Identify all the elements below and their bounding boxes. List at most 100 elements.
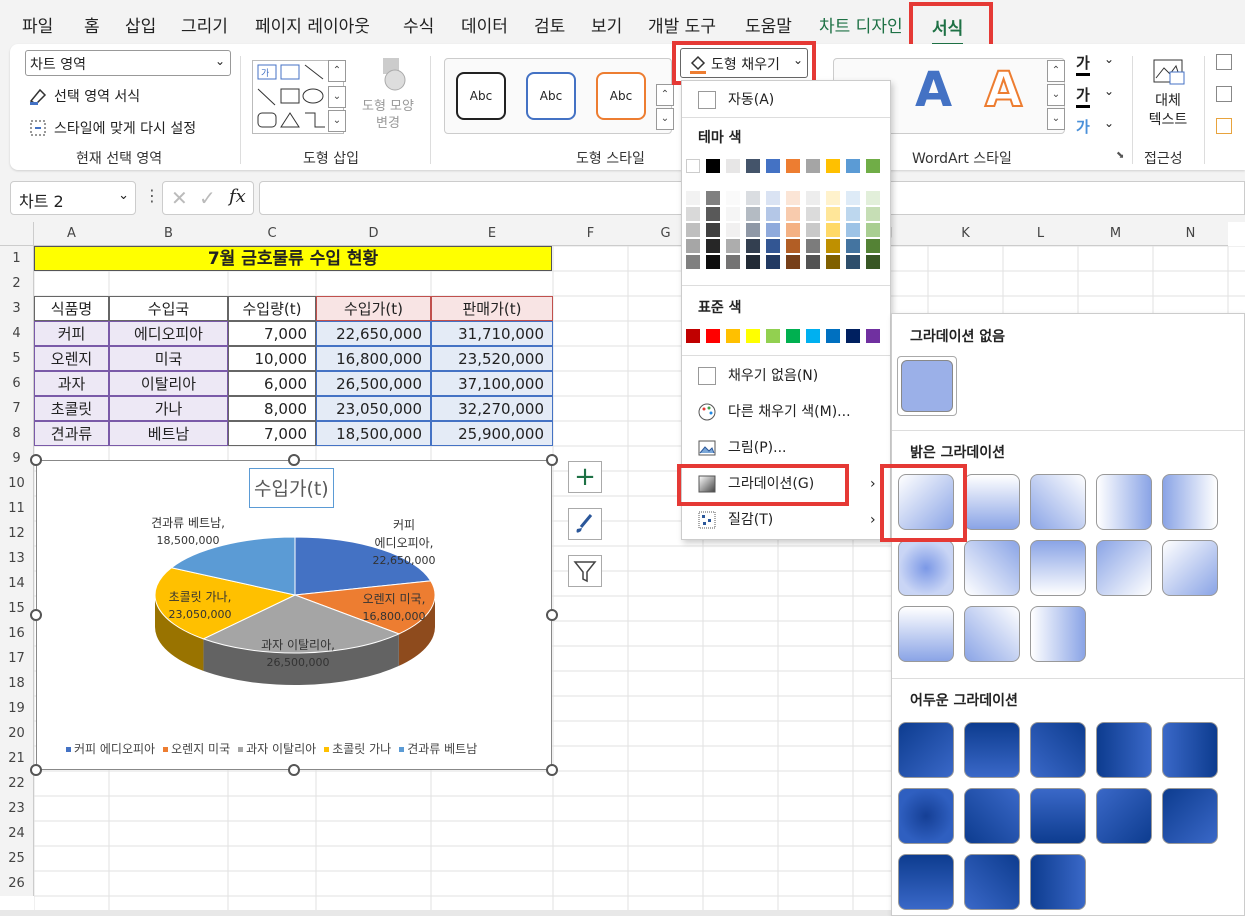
standard-color-swatch[interactable] (826, 329, 840, 343)
dark-gradient-option[interactable] (898, 788, 954, 844)
menu-item-auto[interactable]: 자동(A) (682, 83, 890, 117)
table-header[interactable]: 판매가(t) (431, 296, 553, 321)
theme-color-swatch[interactable] (866, 239, 880, 253)
legend-entry[interactable]: 과자 이탈리아 (238, 742, 316, 756)
theme-color-swatch[interactable] (726, 223, 740, 237)
row-header[interactable]: 15 (0, 596, 34, 621)
legend-entry[interactable]: 견과류 베트남 (399, 742, 477, 756)
theme-color-swatch[interactable] (686, 223, 700, 237)
theme-color-swatch[interactable] (706, 191, 720, 205)
theme-color-swatch[interactable] (866, 159, 880, 173)
table-title[interactable]: 7월 금호물류 수입 현황 (34, 246, 552, 271)
theme-color-swatch[interactable] (746, 223, 760, 237)
column-header[interactable]: B (109, 222, 228, 246)
wordart-scroll-up[interactable]: ⌃ (1047, 60, 1065, 82)
chart-legend[interactable]: 커피 에디오피아 오렌지 미국 과자 이탈리아 초콜릿 가나 견과류 베트남 (66, 740, 485, 757)
table-cell[interactable]: 7,000 (228, 321, 316, 346)
table-cell[interactable]: 6,000 (228, 371, 316, 396)
light-gradient-option[interactable] (898, 474, 954, 530)
table-cell[interactable]: 25,900,000 (431, 421, 553, 446)
theme-color-swatch[interactable] (726, 159, 740, 173)
theme-color-swatch[interactable] (746, 255, 760, 269)
theme-color-swatch[interactable] (766, 207, 780, 221)
table-cell[interactable]: 10,000 (228, 346, 316, 371)
theme-color-swatch[interactable] (706, 159, 720, 173)
light-gradient-option[interactable] (964, 540, 1020, 596)
select-all-corner[interactable] (0, 222, 34, 246)
standard-color-swatch[interactable] (766, 329, 780, 343)
text-effects-button[interactable]: 가 (1076, 116, 1090, 137)
no-gradient-swatch[interactable] (897, 356, 957, 416)
chart-styles-button[interactable] (568, 508, 602, 540)
theme-color-swatch[interactable] (766, 159, 780, 173)
function-icon[interactable]: fx (229, 186, 246, 207)
resize-handle[interactable] (546, 454, 558, 466)
column-header[interactable]: L (1003, 222, 1078, 246)
theme-color-swatch[interactable] (786, 159, 800, 173)
row-header[interactable]: 17 (0, 646, 34, 671)
shape-style-sample[interactable]: Abc (456, 72, 506, 120)
table-cell[interactable]: 37,100,000 (431, 371, 553, 396)
row-header[interactable]: 2 (0, 271, 34, 296)
theme-color-swatch[interactable] (826, 207, 840, 221)
theme-color-swatch[interactable] (846, 191, 860, 205)
table-cell[interactable]: 16,800,000 (316, 346, 431, 371)
dark-gradient-option[interactable] (898, 854, 954, 910)
theme-color-swatch[interactable] (866, 223, 880, 237)
table-header[interactable]: 수입가(t) (316, 296, 431, 321)
light-gradient-option[interactable] (1096, 474, 1152, 530)
light-gradient-option[interactable] (1162, 474, 1218, 530)
text-fill-button[interactable]: 가 (1076, 52, 1090, 76)
tab-0[interactable]: 파일 (22, 8, 53, 46)
row-header[interactable]: 14 (0, 571, 34, 596)
table-cell[interactable]: 에디오피아 (109, 321, 228, 346)
tab-8[interactable]: 보기 (591, 8, 622, 46)
standard-color-swatch[interactable] (726, 329, 740, 343)
wordart-more[interactable]: ⌄ (1047, 108, 1065, 130)
tab-9[interactable]: 개발 도구 (648, 8, 716, 46)
theme-color-swatch[interactable] (806, 223, 820, 237)
data-label-orange[interactable]: 오렌지 미국, 16,800,000 (356, 590, 432, 626)
theme-color-swatch[interactable] (746, 191, 760, 205)
row-header[interactable]: 22 (0, 771, 34, 796)
theme-color-swatch[interactable] (806, 191, 820, 205)
table-header[interactable]: 수입국 (109, 296, 228, 321)
theme-color-swatch[interactable] (706, 223, 720, 237)
table-cell[interactable]: 31,710,000 (431, 321, 553, 346)
dark-gradient-option[interactable] (964, 722, 1020, 778)
enter-icon[interactable]: ✓ (199, 186, 216, 210)
tab-7[interactable]: 검토 (534, 8, 565, 46)
standard-color-swatch[interactable] (786, 329, 800, 343)
column-header[interactable]: E (431, 222, 553, 246)
theme-color-swatch[interactable] (866, 255, 880, 269)
tab-2[interactable]: 삽입 (125, 8, 156, 46)
theme-color-swatch[interactable] (706, 207, 720, 221)
theme-color-swatch[interactable] (786, 223, 800, 237)
column-header[interactable]: C (228, 222, 316, 246)
tab-10[interactable]: 도움말 (745, 8, 792, 46)
theme-color-swatch[interactable] (826, 255, 840, 269)
dark-gradient-option[interactable] (1030, 722, 1086, 778)
row-header[interactable]: 5 (0, 346, 34, 371)
dialog-launcher-icon[interactable]: ⬊ (1116, 150, 1124, 161)
theme-color-swatch[interactable] (726, 255, 740, 269)
chevron-down-icon[interactable]: ⌄ (1104, 52, 1114, 66)
menu-item-no-fill[interactable]: 채우기 없음(N) (682, 359, 890, 393)
column-header[interactable]: K (928, 222, 1003, 246)
standard-color-swatch[interactable] (866, 329, 880, 343)
row-header[interactable]: 10 (0, 471, 34, 496)
row-header[interactable]: 1 (0, 246, 34, 271)
row-header[interactable]: 16 (0, 621, 34, 646)
shapes-scroll-up[interactable]: ⌃ (328, 60, 346, 82)
table-cell[interactable]: 미국 (109, 346, 228, 371)
text-outline-button[interactable]: 가 (1076, 84, 1090, 108)
row-header[interactable]: 20 (0, 721, 34, 746)
theme-color-swatch[interactable] (826, 223, 840, 237)
table-cell[interactable]: 32,270,000 (431, 396, 553, 421)
table-cell[interactable]: 23,520,000 (431, 346, 553, 371)
dark-gradient-option[interactable] (898, 722, 954, 778)
table-cell[interactable]: 23,050,000 (316, 396, 431, 421)
light-gradient-option[interactable] (964, 474, 1020, 530)
table-header[interactable]: 식품명 (34, 296, 109, 321)
column-header[interactable]: D (316, 222, 431, 246)
